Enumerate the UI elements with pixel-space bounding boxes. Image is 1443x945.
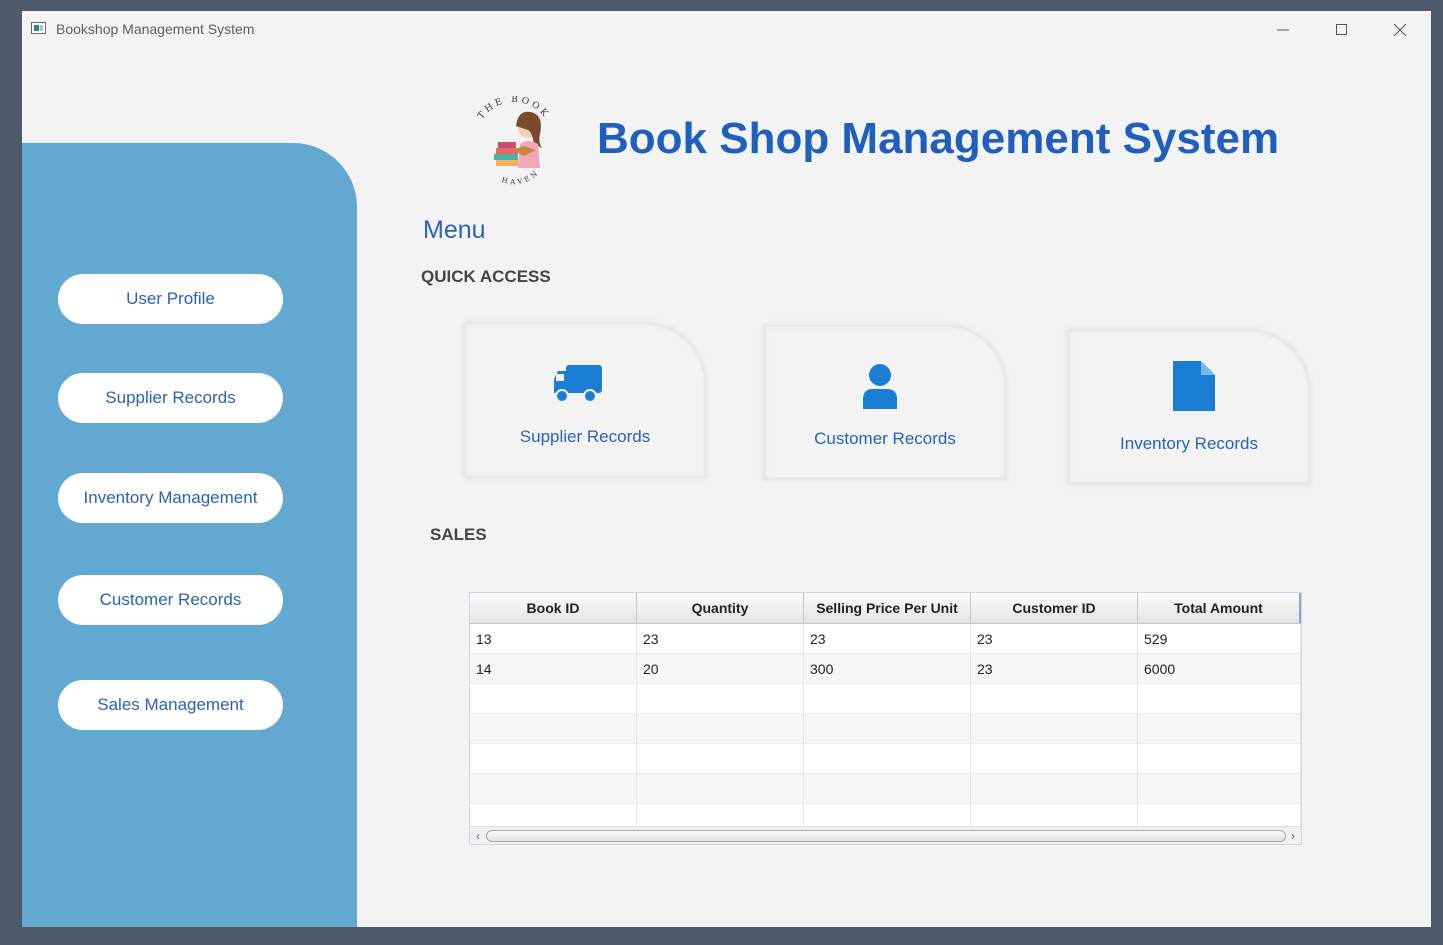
window-title: Bookshop Management System bbox=[56, 21, 255, 37]
sidebar-item-label: User Profile bbox=[126, 289, 215, 308]
table-cell[interactable] bbox=[804, 774, 971, 804]
column-header[interactable]: Customer ID bbox=[971, 593, 1138, 623]
table-cell[interactable] bbox=[971, 744, 1138, 774]
table-cell[interactable]: 6000 bbox=[1138, 654, 1301, 684]
document-icon bbox=[1173, 361, 1215, 411]
sidebar-item-label: Supplier Records bbox=[105, 388, 236, 407]
table-cell[interactable] bbox=[470, 684, 637, 714]
quick-access-inventory-records[interactable]: Inventory Records bbox=[1067, 329, 1311, 485]
table-cell[interactable]: 20 bbox=[637, 654, 804, 684]
table-cell[interactable] bbox=[1138, 714, 1301, 744]
column-header[interactable]: Selling Price Per Unit bbox=[804, 593, 971, 623]
logo-bottom-text: HAVEN bbox=[501, 168, 539, 186]
quick-access-heading: QUICK ACCESS bbox=[421, 267, 551, 286]
svg-text:HAVEN: HAVEN bbox=[501, 168, 542, 186]
table-cell[interactable]: 13 bbox=[470, 624, 637, 654]
minimize-button[interactable] bbox=[1260, 17, 1306, 43]
app-window: Bookshop Management System User Profile … bbox=[22, 11, 1431, 927]
table-row[interactable] bbox=[470, 684, 1301, 714]
table-cell[interactable] bbox=[470, 744, 637, 774]
truck-icon bbox=[554, 365, 602, 403]
table-cell[interactable] bbox=[971, 684, 1138, 714]
quick-access-customer-records[interactable]: Customer Records bbox=[763, 324, 1007, 480]
maximize-icon bbox=[1336, 24, 1347, 35]
sidebar-item-supplier-records[interactable]: Supplier Records bbox=[58, 373, 283, 423]
table-cell[interactable]: 23 bbox=[971, 654, 1138, 684]
page-title: Book Shop Management System bbox=[597, 114, 1280, 163]
table-cell[interactable] bbox=[1138, 684, 1301, 714]
sidebar-item-user-profile[interactable]: User Profile bbox=[58, 274, 283, 324]
table-header: Book ID Quantity Selling Price Per Unit Cus… bbox=[470, 593, 1301, 624]
card-label: Supplier Records bbox=[519, 427, 651, 446]
scroll-right-icon[interactable]: › bbox=[1286, 828, 1300, 844]
table-cell[interactable] bbox=[971, 774, 1138, 804]
table-cell[interactable] bbox=[804, 684, 971, 714]
card-label: Inventory Records bbox=[1120, 434, 1258, 453]
svg-text:THE BOOK: THE BOOK bbox=[476, 96, 551, 121]
table-cell[interactable]: 23 bbox=[804, 624, 971, 654]
table-cell[interactable] bbox=[1138, 744, 1301, 774]
minimize-icon bbox=[1277, 29, 1289, 31]
table-cell[interactable] bbox=[637, 714, 804, 744]
app-icon bbox=[31, 22, 46, 34]
title-bar: Bookshop Management System bbox=[22, 11, 1431, 49]
scrollbar-thumb[interactable] bbox=[486, 830, 1286, 842]
user-icon bbox=[863, 364, 897, 409]
table-cell[interactable]: 300 bbox=[804, 654, 971, 684]
sidebar-item-label: Customer Records bbox=[99, 590, 242, 609]
sidebar: User Profile Supplier Records Inventory … bbox=[22, 143, 357, 927]
quick-access-supplier-records[interactable]: Supplier Records bbox=[463, 322, 707, 478]
table-row[interactable] bbox=[470, 774, 1301, 804]
close-button[interactable] bbox=[1377, 17, 1423, 43]
table-cell[interactable]: 529 bbox=[1138, 624, 1301, 654]
table-cell[interactable] bbox=[637, 774, 804, 804]
maximize-button[interactable] bbox=[1319, 17, 1365, 43]
table-cell[interactable] bbox=[637, 744, 804, 774]
table-cell[interactable] bbox=[804, 744, 971, 774]
sidebar-item-label: Inventory Management bbox=[83, 488, 258, 507]
card-label: Customer Records bbox=[814, 429, 956, 448]
sidebar-item-customer-records[interactable]: Customer Records bbox=[58, 575, 283, 625]
horizontal-scrollbar[interactable]: ‹ › bbox=[470, 826, 1301, 844]
sales-table[interactable]: Book ID Quantity Selling Price Per Unit Cus… bbox=[469, 592, 1302, 845]
book-haven-logo: THE BOOK HAVEN bbox=[466, 95, 562, 192]
column-header[interactable]: Quantity bbox=[637, 593, 804, 623]
close-icon bbox=[1394, 24, 1406, 36]
table-cell[interactable] bbox=[971, 714, 1138, 744]
table-row[interactable]: 14 20 300 23 6000 bbox=[470, 654, 1301, 684]
sidebar-item-label: Sales Management bbox=[97, 695, 244, 714]
table-cell[interactable]: 23 bbox=[637, 624, 804, 654]
table-cell[interactable] bbox=[470, 714, 637, 744]
column-header[interactable]: Total Amount bbox=[1138, 593, 1301, 623]
table-body: 13 23 23 23 529 14 20 300 23 6000 bbox=[470, 624, 1301, 834]
table-cell[interactable] bbox=[804, 714, 971, 744]
table-row[interactable] bbox=[470, 744, 1301, 774]
sales-heading: SALES bbox=[430, 525, 487, 544]
logo-top-text: THE BOOK bbox=[476, 95, 548, 122]
table-cell[interactable]: 23 bbox=[971, 624, 1138, 654]
table-row[interactable] bbox=[470, 714, 1301, 744]
column-header[interactable]: Book ID bbox=[470, 593, 637, 623]
table-cell[interactable] bbox=[637, 684, 804, 714]
sidebar-item-sales-management[interactable]: Sales Management bbox=[58, 680, 283, 730]
table-cell[interactable] bbox=[470, 774, 637, 804]
scroll-left-icon[interactable]: ‹ bbox=[471, 828, 485, 844]
table-cell[interactable]: 14 bbox=[470, 654, 637, 684]
table-cell[interactable] bbox=[1138, 774, 1301, 804]
table-row[interactable]: 13 23 23 23 529 bbox=[470, 624, 1301, 654]
sidebar-item-inventory-management[interactable]: Inventory Management bbox=[58, 473, 283, 523]
menu-heading: Menu bbox=[423, 216, 486, 244]
